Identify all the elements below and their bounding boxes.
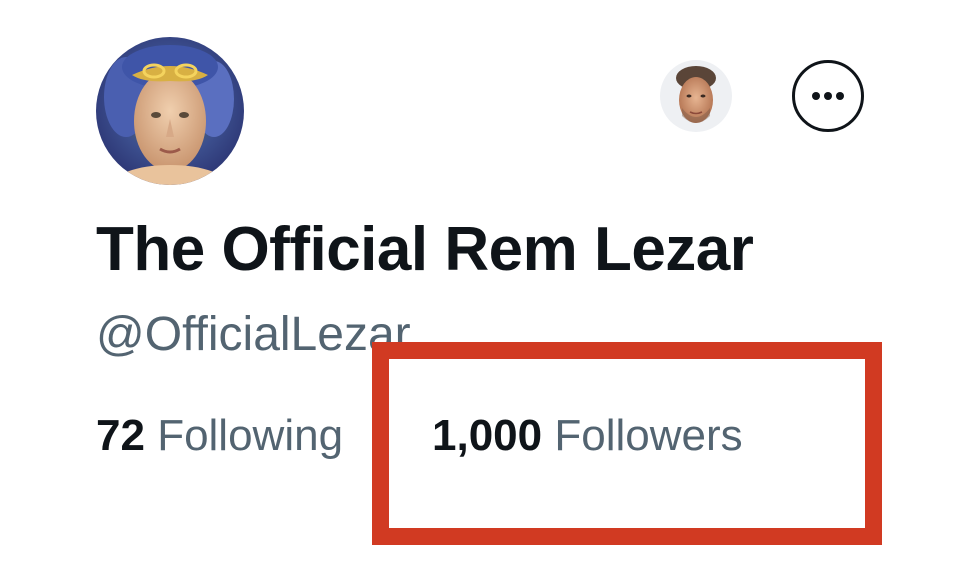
more-options-button[interactable] <box>792 60 864 132</box>
display-name: The Official Rem Lezar <box>96 215 754 284</box>
followers-link[interactable]: 1,000 Followers <box>432 407 743 465</box>
following-count: 72 <box>96 411 145 460</box>
profile-avatar-image <box>96 37 244 185</box>
user-handle: @OfficialLezar <box>96 308 411 361</box>
followers-count: 1,000 <box>432 411 543 460</box>
more-horizontal-icon <box>812 92 844 100</box>
following-label: Following <box>157 411 344 460</box>
followers-label: Followers <box>554 411 743 460</box>
viewer-avatar-image <box>660 60 732 132</box>
profile-avatar[interactable] <box>96 37 244 185</box>
viewer-avatar[interactable] <box>660 60 732 132</box>
following-link[interactable]: 72 Following <box>96 407 343 465</box>
